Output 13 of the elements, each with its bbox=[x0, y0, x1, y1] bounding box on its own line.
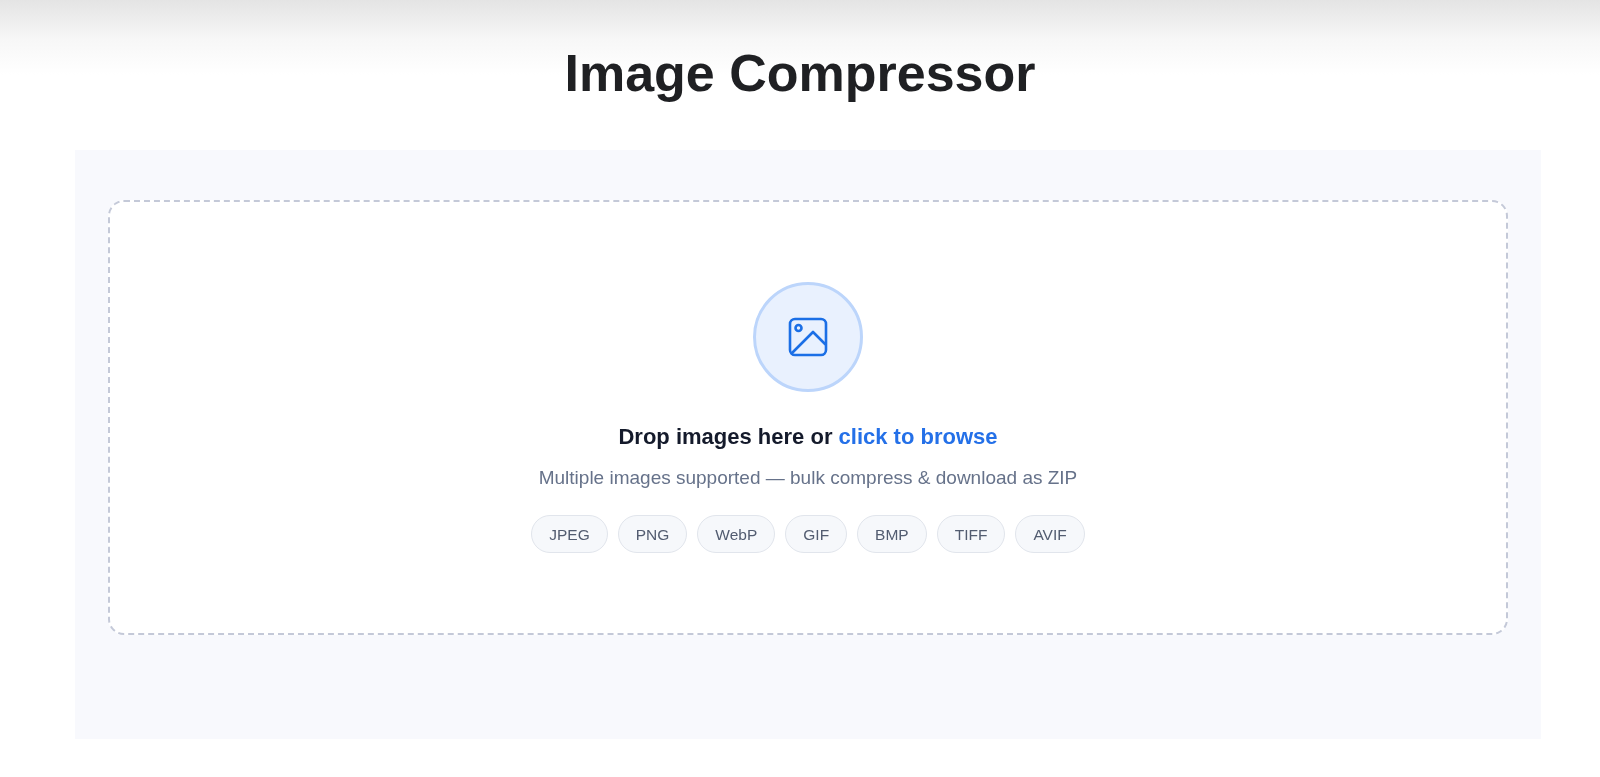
drop-zone[interactable]: Drop images here or click to browse Multiple images supported — bulk compress & download as ZIP JPEG PNG WebP GIF BMP TIFF AVIF bbox=[108, 200, 1508, 635]
page-title: Image Compressor bbox=[564, 46, 1036, 101]
format-tag: AVIF bbox=[1015, 515, 1085, 554]
format-tag: BMP bbox=[857, 515, 927, 554]
upload-hint: Multiple images supported — bulk compress & download as ZIP bbox=[538, 467, 1078, 491]
format-tag: PNG bbox=[617, 515, 688, 554]
format-tag: GIF bbox=[785, 515, 848, 554]
format-tag: JPEG bbox=[531, 515, 608, 554]
drop-prompt: Drop images here or click to browse bbox=[618, 424, 998, 451]
format-tag: TIFF bbox=[936, 515, 1006, 554]
format-tag: WebP bbox=[697, 515, 776, 554]
image-icon bbox=[753, 282, 863, 392]
browse-link[interactable]: click to browse bbox=[838, 424, 998, 449]
